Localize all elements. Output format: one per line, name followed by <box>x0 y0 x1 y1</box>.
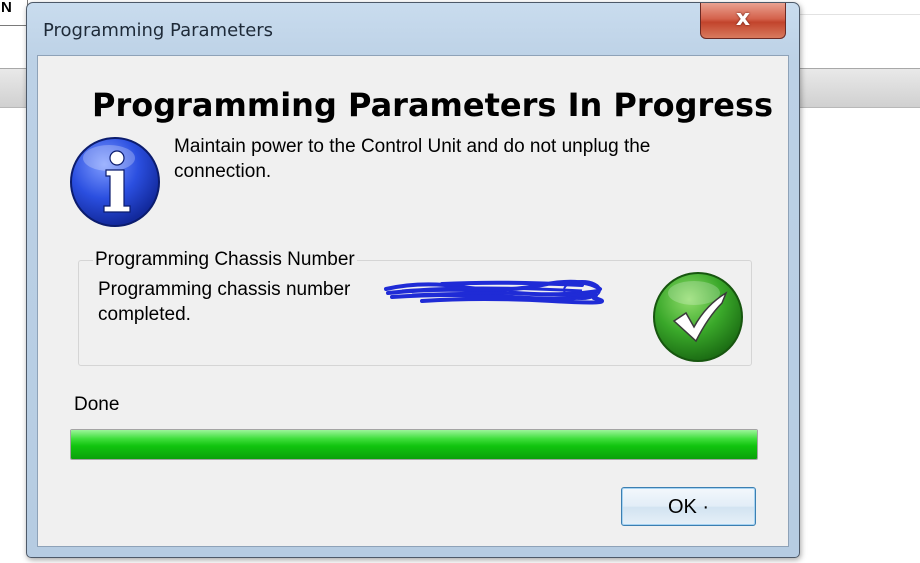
dialog-heading: Programming Parameters In Progress <box>92 86 774 124</box>
info-icon <box>70 137 160 227</box>
chassis-number-group: Programming Chassis Number Programming c… <box>78 249 752 366</box>
status-message-text: Programming chassis number <box>98 279 351 300</box>
group-title: Programming Chassis Number <box>93 249 357 271</box>
ok-button[interactable]: OK · <box>621 487 756 526</box>
title-bar[interactable]: Programming Parameters x <box>27 3 799 55</box>
redaction-scribble <box>384 279 604 305</box>
background-divider <box>800 14 920 15</box>
dialog-body: Programming Parameters In Progress Maint… <box>37 55 789 547</box>
background-toolbar-band-right <box>800 68 920 108</box>
background-corner-fragment: N <box>0 0 28 26</box>
programming-parameters-dialog: Programming Parameters x Programming Par… <box>26 2 800 558</box>
progress-bar <box>70 429 758 460</box>
background-toolbar-band-left <box>0 68 28 108</box>
close-icon: x <box>735 6 751 31</box>
window-title: Programming Parameters <box>43 20 274 41</box>
progress-status-label: Done <box>74 394 120 415</box>
warning-message: Maintain power to the Control Unit and d… <box>174 136 651 182</box>
close-button[interactable]: x <box>700 3 786 39</box>
progress-bar-fill <box>71 430 757 459</box>
checkmark-icon <box>653 272 743 362</box>
ok-button-label: OK · <box>667 496 710 518</box>
status-message-completed: completed. <box>98 304 191 325</box>
screen: N Programming Parameters x Programming P… <box>0 0 920 563</box>
